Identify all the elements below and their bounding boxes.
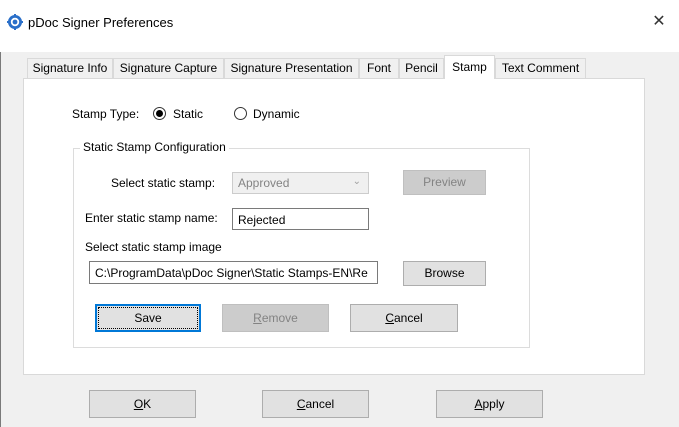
group-title: Static Stamp Configuration: [80, 140, 229, 154]
save-button[interactable]: Save: [95, 304, 201, 332]
stamp-image-path-value: C:\ProgramData\pDoc Signer\Static Stamps…: [95, 266, 368, 280]
dynamic-radio-label[interactable]: Dynamic: [253, 107, 300, 121]
static-radio-label[interactable]: Static: [173, 107, 203, 121]
stamp-name-label: Enter static stamp name:: [85, 211, 218, 225]
stamp-tab-content: Stamp Type: Static Dynamic Static Stamp …: [0, 0, 679, 427]
stamp-type-label: Stamp Type:: [72, 107, 140, 121]
dynamic-radio[interactable]: [234, 107, 247, 120]
stamp-name-value: Rejected: [238, 213, 286, 227]
browse-button[interactable]: Browse: [403, 261, 486, 286]
cancel-mnemonic: C: [385, 311, 394, 325]
stamp-select: Approved ⌄: [232, 172, 369, 194]
preview-button: Preview: [403, 170, 486, 195]
remove-mnemonic: R: [253, 311, 262, 325]
chevron-down-icon: ⌄: [352, 176, 361, 187]
static-radio[interactable]: [153, 107, 166, 120]
focus-rect: [98, 307, 198, 329]
stamp-select-value: Approved: [238, 176, 290, 190]
stamp-image-path-input[interactable]: C:\ProgramData\pDoc Signer\Static Stamps…: [89, 261, 378, 284]
remove-button: Remove: [222, 304, 329, 332]
select-stamp-label: Select static stamp:: [111, 176, 216, 190]
stamp-name-input[interactable]: Rejected: [232, 208, 369, 230]
stamp-image-label: Select static stamp image: [85, 240, 222, 254]
stamp-cancel-button-label: ancel: [393, 311, 423, 325]
stamp-cancel-button[interactable]: Cancel: [350, 304, 458, 332]
remove-button-label: emove: [261, 311, 298, 325]
